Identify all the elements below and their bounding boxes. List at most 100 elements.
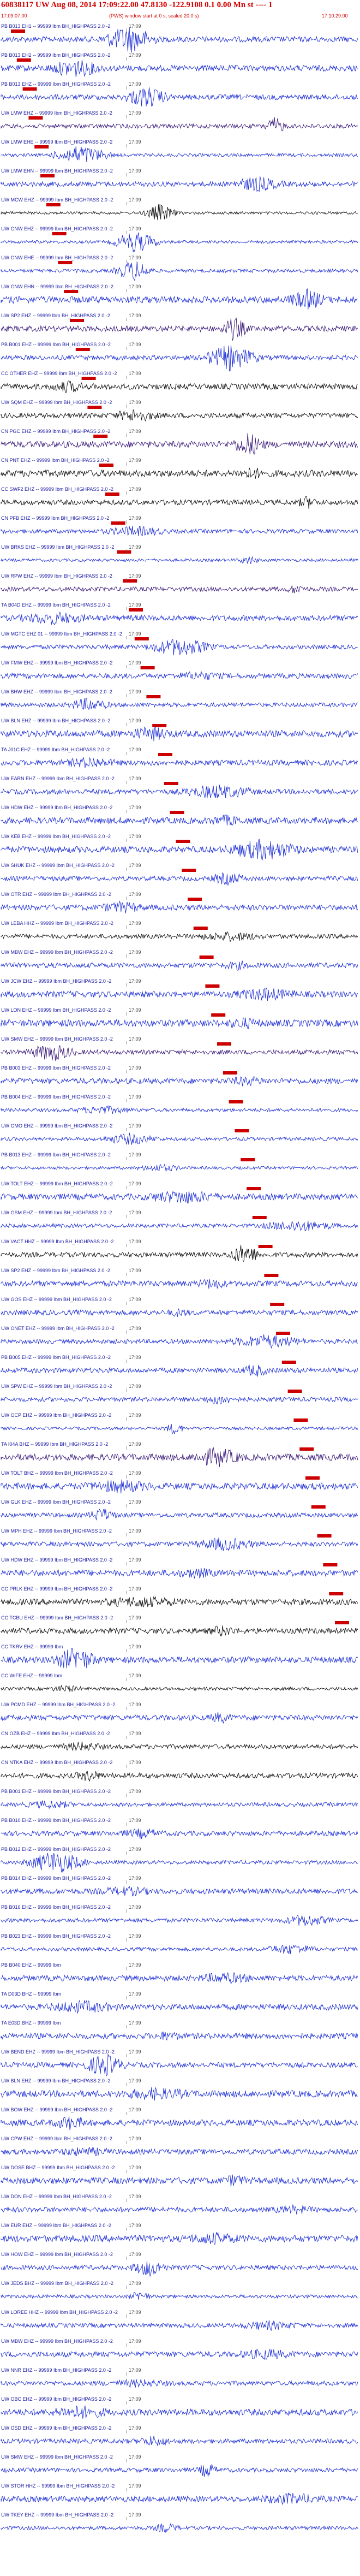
trace-label: PB B023 EHZ -- 99999 Ibm BH_HIGHPASS 2.0… <box>1 1933 111 1939</box>
minute-label: 17:09 <box>129 544 141 550</box>
phase-pick-marker <box>146 695 161 698</box>
minute-label: 17:09 <box>129 1384 141 1389</box>
trace-row: UW MBW EHZ -- 99999 Ibm BH_HIGHPASS 2.0 … <box>0 2338 360 2367</box>
minute-label: 17:09 <box>129 573 141 579</box>
waveform-line <box>1 526 358 537</box>
waveform-line <box>1 1479 358 1494</box>
minute-label: 17:09 <box>129 2338 141 2344</box>
minute-label: 17:09 <box>129 1644 141 1649</box>
phase-pick-marker <box>193 927 208 930</box>
waveform-line <box>1 2405 358 2419</box>
waveform-line <box>1 495 358 509</box>
trace-label: PB B004 EHZ -- 99999 Ibm BH_HIGHPASS 2.0… <box>1 1094 111 1100</box>
minute-label: 17:09 <box>129 23 141 29</box>
waveform-line <box>1 1423 358 1435</box>
minute-label: 17:09 <box>129 1499 141 1505</box>
waveform-line <box>1 1915 358 1927</box>
waveform-line <box>1 1568 358 1579</box>
minute-label: 17:09 <box>129 689 141 695</box>
trace-label: CC PRLK EHZ -- 99999 Ibm BH_HIGHPASS 2.0… <box>1 1586 113 1592</box>
trace-row: UW PCMD EHZ -- 99999 Ibm BH_HIGHPASS 2.0… <box>0 1702 360 1730</box>
trace-label: UW VACT HHZ -- 99999 Ibm BH_HIGHPASS 2.0… <box>1 1239 114 1244</box>
waveform-line <box>1 556 358 564</box>
trace-row: UW KEB EHZ -- 99999 Ibm BH_HIGHPASS 2.0 … <box>0 834 360 862</box>
phase-pick-marker <box>87 406 102 409</box>
waveform-line <box>1 2054 358 2076</box>
waveform-line <box>1 2492 358 2506</box>
waveform-line <box>1 1685 358 1693</box>
trace-label: CN NTKA EHZ -- 99999 Ibm BH_HIGHPASS 2.0… <box>1 1760 113 1765</box>
trace-row: UW SMW EHZ -- 99999 Ibm BH_HIGHPASS 2.0 … <box>0 1036 360 1065</box>
minute-label: 17:09 <box>129 2223 141 2228</box>
minute-label: 17:09 <box>129 1268 141 1273</box>
trace-row: UW GOS EHZ -- 99999 Ibm BH_HIGHPASS 2.0 … <box>0 1297 360 1325</box>
minute-label: 17:09 <box>129 805 141 810</box>
trace-row: UW BHW EHZ -- 99999 Ibm BH_HIGHPASS 2.0 … <box>0 689 360 717</box>
trace-row: PB B013 EHZ -- 99999 Ibm BH_HIGHPASS 2.0… <box>0 1152 360 1180</box>
trace-label: PB B010 EHZ -- 99999 Ibm BH_HIGHPASS 2.0… <box>1 1818 111 1823</box>
waveform-line <box>1 1595 358 1608</box>
waveform-line <box>1 1364 358 1377</box>
waveform-line <box>1 1245 358 1263</box>
trace-row: PB B005 EHZ -- 99999 Ibm BH_HIGHPASS 2.0… <box>0 1355 360 1383</box>
trace-row: PB B040 EHZ -- 99999 Ibm 17:09 <box>0 1962 360 1991</box>
waveform-line <box>1 1044 358 1061</box>
waveform-line <box>1 232 358 253</box>
trace-row: UW DON EHZ -- 99999 Ibm BH_HIGHPASS 2.0 … <box>0 2194 360 2222</box>
trace-row: UW GNW EHN -- 99999 Ibm BH_HIGHPASS 2.0 … <box>0 284 360 312</box>
minute-label: 17:09 <box>129 1326 141 1331</box>
phase-pick-marker <box>11 29 25 33</box>
minute-label: 17:09 <box>129 2454 141 2460</box>
trace-row: PB B001 EHZ -- 99999 Ibm BH_HIGHPASS 2.0… <box>0 342 360 372</box>
waveform-line <box>1 1999 358 2014</box>
waveform-line <box>1 1800 358 1809</box>
waveform-line <box>1 2232 358 2245</box>
trace-label: UW LMW EHZ -- 99999 Ibm BH_HIGHPASS 2.0 … <box>1 110 112 116</box>
trace-label: UW GLK EHZ -- 99999 Ibm BH_HIGHPASS 2.0 … <box>1 1499 111 1505</box>
phase-pick-marker <box>281 1361 296 1364</box>
phase-pick-marker <box>247 1187 261 1190</box>
phase-pick-marker <box>335 1621 349 1624</box>
trace-label: UW SP2 EHZ -- 99999 Ibm BH_HIGHPASS 2.0 … <box>1 313 110 318</box>
minute-label: 17:09 <box>129 2310 141 2315</box>
trace-label: UW PCMD EHZ -- 99999 Ibm BH_HIGHPASS 2.0… <box>1 1702 116 1707</box>
trace-row: PB B013 EH1 -- 99999 Ibm BH_HIGHPASS 2.0… <box>0 23 360 53</box>
trace-row: UW SP2 EHZ -- 99999 Ibm BH_HIGHPASS 2.0 … <box>0 1268 360 1296</box>
phase-pick-marker <box>99 464 113 467</box>
trace-row: UW BOW EHZ -- 99999 Ibm BH_HIGHPASS 2.0 … <box>0 2107 360 2135</box>
trace-row: UW TKEY EHZ -- 99999 Ibm BH_HIGHPASS 2.0… <box>0 2512 360 2541</box>
minute-label: 17:09 <box>129 1847 141 1852</box>
trace-row: UW STOR HHZ -- 99999 Ibm BH_HIGHPASS 2.0… <box>0 2483 360 2512</box>
trace-label: PB B013 EHZ -- 99999 Ibm BH_HIGHPASS 2.0… <box>1 1152 111 1158</box>
trace-label: UW LMW EHN -- 99999 Ibm BH_HIGHPASS 2.0 … <box>1 168 113 174</box>
minute-label: 17:09 <box>129 1094 141 1100</box>
waveform-line <box>1 1190 358 1204</box>
trace-label: UW GSM EHZ -- 99999 Ibm BH_HIGHPASS 2.0 … <box>1 1210 112 1215</box>
trace-row: UW HDW EHZ -- 99999 Ibm BH_HIGHPASS 2.0 … <box>0 1557 360 1586</box>
trace-row: CC TCBU EHZ -- 99999 Ibm BH_HIGHPASS 2.0… <box>0 1615 360 1643</box>
trace-label: UW RPW EHZ -- 99999 Ibm BH_HIGHPASS 2.0 … <box>1 573 112 579</box>
phase-pick-marker <box>164 782 178 785</box>
minute-label: 17:09 <box>129 2252 141 2257</box>
waveform-line <box>1 2174 358 2187</box>
minute-label: 17:09 <box>129 197 141 203</box>
trace-row: UW LMW EHZ -- 99999 Ibm BH_HIGHPASS 2.0 … <box>0 110 360 139</box>
waveform-line <box>1 2116 358 2130</box>
trace-label: UW OSD EHZ -- 99999 Ibm BH_HIGHPASS 2.0 … <box>1 2425 112 2431</box>
phase-pick-marker <box>105 492 119 496</box>
trace-label: UW BEND EHZ -- 99999 Ibm BH_HIGHPASS 2.0… <box>1 2049 115 2055</box>
trace-label: UW OBC EHZ -- 99999 Ibm BH_HIGHPASS 2.0 … <box>1 2396 112 2402</box>
minute-label: 17:09 <box>129 863 141 868</box>
minute-label: 17:09 <box>129 1470 141 1476</box>
trace-label: TA B04D EHZ -- 99999 Ibm BH_HIGHPASS 2.0… <box>1 602 111 608</box>
phase-pick-marker <box>293 1418 308 1422</box>
trace-row: PB B001 EHZ -- 99999 Ibm BH_HIGHPASS 2.0… <box>0 1789 360 1817</box>
minute-label: 17:09 <box>129 949 141 955</box>
trace-label: CN PFB EHZ -- 99999 Ibm BH_HIGHPASS 2.0 … <box>1 515 110 521</box>
trace-label: UW SP2 EHZ -- 99999 Ibm BH_HIGHPASS 2.0 … <box>1 1268 110 1273</box>
waveform-line <box>1 1017 358 1030</box>
waveform-line <box>1 2464 358 2477</box>
trace-label: UW HDW EHZ -- 99999 Ibm BH_HIGHPASS 2.0 … <box>1 1557 113 1563</box>
phase-pick-marker <box>81 377 96 380</box>
trace-label: CC WIFE EHZ -- 99999 Ibm <box>1 1673 63 1678</box>
